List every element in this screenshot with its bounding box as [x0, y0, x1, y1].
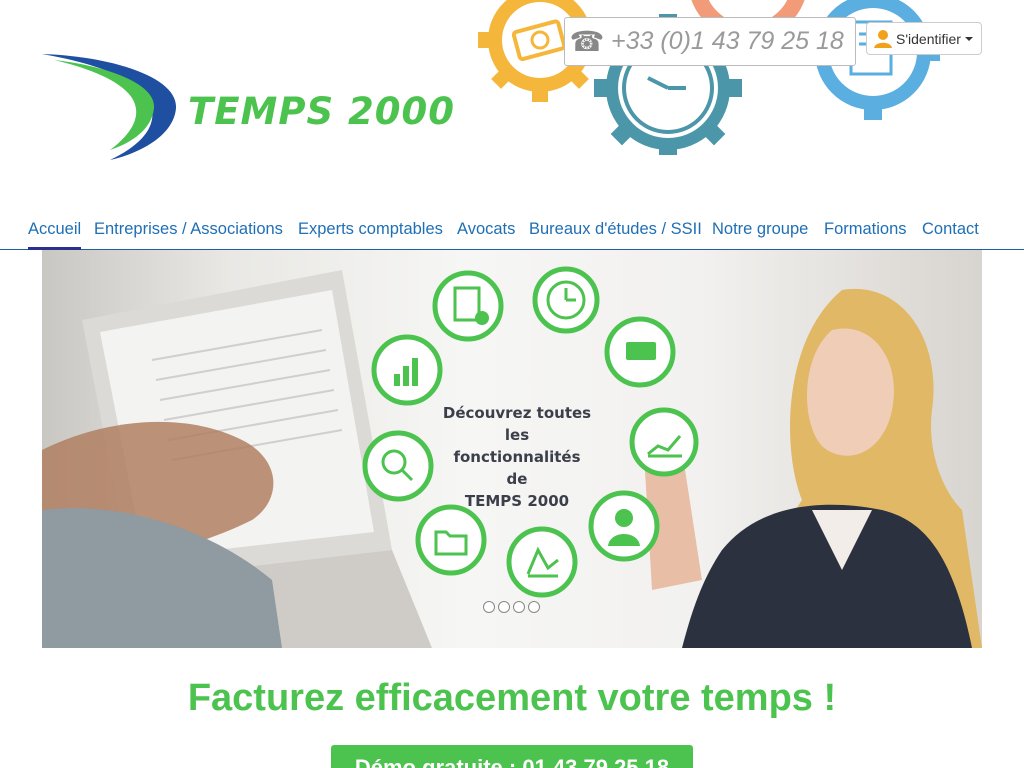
phone-box: ☎ +33 (0)1 43 79 25 18 [564, 17, 856, 66]
logo-text: TEMPS 2000 [188, 90, 455, 133]
carousel-dot-3[interactable] [513, 601, 525, 613]
slide-caption-line-1: Découvrez toutes les [442, 404, 592, 444]
carousel-dot-4[interactable] [528, 601, 540, 613]
carousel-dot-2[interactable] [498, 601, 510, 613]
hero-carousel[interactable]: Découvrez toutes les fonctionnalités de … [42, 250, 982, 648]
main-nav: Accueil Entreprises / Associations Exper… [0, 210, 1024, 250]
slide-caption-line-3: TEMPS 2000 [464, 492, 570, 510]
chevron-down-icon [964, 36, 973, 41]
nav-item-formations[interactable]: Formations [824, 220, 907, 239]
nav-item-entreprises[interactable]: Entreprises / Associations [94, 220, 283, 239]
carousel-indicators [483, 601, 540, 613]
logo[interactable]: TEMPS 2000 [38, 46, 458, 166]
login-label: S'identifier [896, 30, 961, 47]
nav-item-bureaux-etudes[interactable]: Bureaux d'études / SSII [529, 220, 702, 239]
nav-item-contact[interactable]: Contact [922, 220, 979, 239]
phone-icon: ☎ [569, 26, 605, 57]
login-button[interactable]: S'identifier [866, 22, 982, 55]
nav-item-experts-comptables[interactable]: Experts comptables [298, 220, 443, 239]
nav-item-notre-groupe[interactable]: Notre groupe [712, 220, 808, 239]
phone-number[interactable]: +33 (0)1 43 79 25 18 [611, 27, 844, 56]
slide-caption: Découvrez toutes les fonctionnalités de … [442, 402, 592, 512]
user-icon [874, 29, 892, 48]
page-headline: Facturez efficacement votre temps ! [187, 677, 837, 719]
logo-swoosh-icon [42, 54, 177, 160]
nav-item-accueil[interactable]: Accueil [28, 220, 82, 250]
carousel-dot-1[interactable] [483, 601, 495, 613]
demo-cta-button[interactable]: Démo gratuite : 01 43 79 25 18 [331, 745, 693, 768]
nav-item-avocats[interactable]: Avocats [457, 220, 515, 239]
slide-caption-line-2: fonctionnalités de [453, 448, 581, 488]
